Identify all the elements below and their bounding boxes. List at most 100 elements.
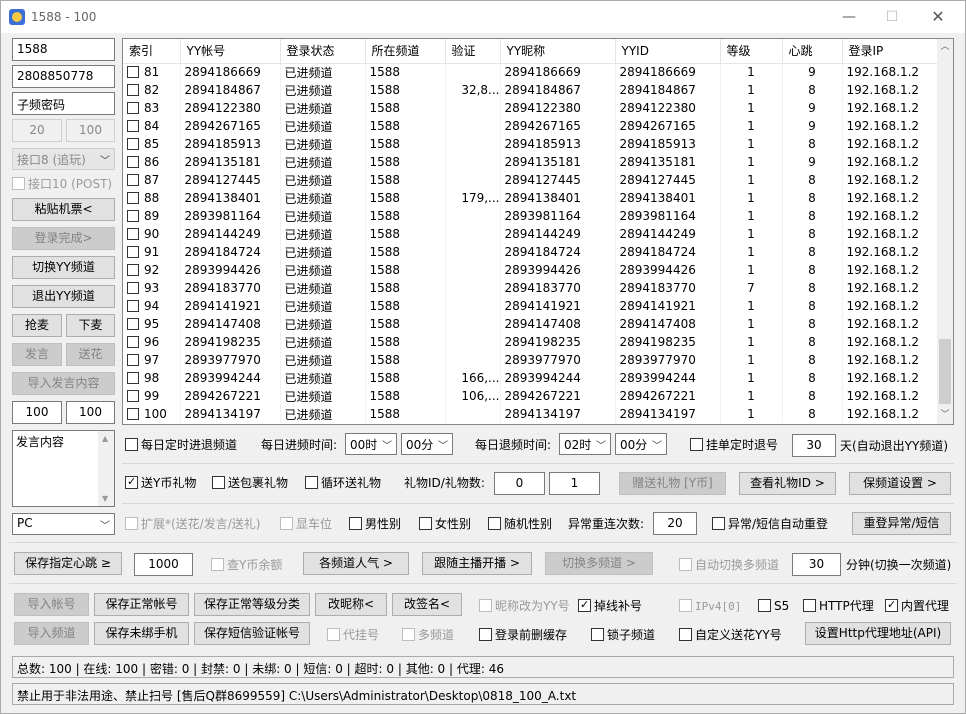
enter-hour-select[interactable]: 00时 ﹀ [345,433,397,455]
lock-channel-checkbox[interactable]: 锁子频道 [591,628,655,642]
table-row[interactable]: 96 2894198235 已进频道 1588 2894198235 2894198235… [123,333,939,351]
scroll-up-icon[interactable]: ︿ [937,39,953,56]
column-header[interactable]: 所在频道 [365,39,446,64]
scroll-thumb[interactable] [939,339,951,404]
table-row[interactable]: 89 2893981164 已进频道 1588 2893981164 2893981164… [123,207,939,225]
table-row[interactable]: 90 2894144249 已进频道 1588 2894144249 2894144249… [123,225,939,243]
table-row[interactable]: 95 2894147408 已进频道 1588 2894147408 2894147408… [123,315,939,333]
s5-checkbox[interactable]: S5 [758,599,789,613]
save-normal-button[interactable]: 保存正常帐号 [94,593,189,616]
rename-button[interactable]: 改昵称< [315,593,387,616]
table-row[interactable]: 97 2893977970 已进频道 1588 2893977970 2893977970… [123,351,939,369]
sub-channel-input[interactable]: 2808850778 [12,65,115,88]
table-row[interactable]: 92 2893994426 已进频道 1588 2893994426 2893994426… [123,261,939,279]
follow-anchor-button[interactable]: 跟随主播开播 > [422,552,532,575]
table-scrollbar[interactable]: ︿ ﹀ [937,39,953,424]
enter-min-select[interactable]: 00分 ﹀ [401,433,453,455]
column-header[interactable]: YYID [615,39,721,64]
hang-days-input[interactable]: 30 [792,434,836,457]
loop-send-checkbox[interactable]: 循环送礼物 [305,476,381,490]
daily-enter-checkbox[interactable]: 每日定时进退频道 [125,438,237,452]
table-row[interactable]: 85 2894185913 已进频道 1588 2894185913 2894185913… [123,135,939,153]
speech-content-textarea[interactable]: 发言内容 ▲ ▼ [12,430,115,507]
row-checkbox[interactable] [127,354,139,366]
row-checkbox[interactable] [127,228,139,240]
send-pack-checkbox[interactable]: 送包裹礼物 [212,476,288,490]
row-checkbox[interactable] [127,336,139,348]
column-header[interactable]: YY帐号 [180,39,281,64]
row-checkbox[interactable] [127,390,139,402]
female-checkbox[interactable]: 女性别 [419,517,471,531]
builtin-proxy-checkbox[interactable]: 内置代理 [885,598,949,613]
table-row[interactable]: 84 2894267165 已进频道 1588 2894267165 2894267165… [123,117,939,135]
random-gender-checkbox[interactable]: 随机性别 [488,517,552,531]
auto-relogin-checkbox[interactable]: 异常/短信自动重登 [712,517,828,531]
relogin-count-input[interactable]: 20 [653,512,697,535]
row-checkbox[interactable] [127,102,139,114]
table-row[interactable]: 93 2894183770 已进频道 1588 2894183770 2894183770… [123,279,939,297]
switch-minutes-input[interactable]: 30 [792,553,841,576]
row-checkbox[interactable] [127,282,139,294]
row-checkbox[interactable] [127,318,139,330]
table-row[interactable]: 81 2894186669 已进频道 1588 2894186669 2894186669… [123,63,939,81]
reconnect-checkbox[interactable]: 掉线补号 [578,598,642,613]
column-header[interactable]: 索引 [123,39,181,64]
row-checkbox[interactable] [127,120,139,132]
speak-to-input[interactable]: 100 [66,401,115,424]
save-unbound-button[interactable]: 保存未绑手机 [94,622,189,645]
save-level-button[interactable]: 保存正常等级分类 [194,593,310,616]
platform-select[interactable]: PC ﹀ [12,513,115,535]
hang-exit-checkbox[interactable]: 挂单定时退号 [690,438,778,452]
column-header[interactable]: 心跳 [782,39,843,64]
row-checkbox[interactable] [127,84,139,96]
view-gift-button[interactable]: 查看礼物ID > [739,472,836,495]
paste-ticket-button[interactable]: 粘贴机票< [12,198,115,221]
column-header[interactable]: 验证 [445,39,501,64]
table-row[interactable]: 88 2894138401 已进频道 1588 179,... 2894138401 289… [123,189,939,207]
row-checkbox[interactable] [127,174,139,186]
gift-id-input[interactable]: 0 [494,472,545,495]
popularity-button[interactable]: 各频道人气 > [303,552,409,575]
relogin-button[interactable]: 重登异常/短信 [852,512,951,535]
keep-channel-button[interactable]: 保频道设置 > [849,472,951,495]
exit-hour-select[interactable]: 02时 ﹀ [559,433,611,455]
grab-mic-button[interactable]: 抢麦 [12,314,62,337]
custom-flower-checkbox[interactable]: 自定义送花YY号 [679,628,782,642]
male-checkbox[interactable]: 男性别 [349,517,401,531]
set-http-button[interactable]: 设置Http代理地址(API) [805,622,951,645]
row-checkbox[interactable] [127,372,139,384]
textarea-scrollbar[interactable]: ▲ ▼ [98,431,114,506]
table-row[interactable]: 91 2894184724 已进频道 1588 2894184724 2894184724… [123,243,939,261]
table-row[interactable]: 83 2894122380 已进频道 1588 2894122380 2894122380… [123,99,939,117]
table-row[interactable]: 100 2894134197 已进频道 1588 2894134197 289413419… [123,405,939,423]
row-checkbox[interactable] [127,66,139,79]
table-row[interactable]: 86 2894135181 已进频道 1588 2894135181 2894135181… [123,153,939,171]
sub-password-input[interactable]: 子频密码 [12,92,115,115]
row-checkbox[interactable] [127,408,139,420]
clear-cache-checkbox[interactable]: 登录前删缓存 [479,628,567,642]
switch-yy-button[interactable]: 切换YY频道 [12,256,115,279]
row-checkbox[interactable] [127,264,139,276]
close-icon[interactable]: ✕ [923,7,953,27]
table-row[interactable]: 98 2893994244 已进频道 1588 166,... 2893994244 289… [123,369,939,387]
release-mic-button[interactable]: 下麦 [66,314,115,337]
table-row[interactable]: 94 2894141921 已进频道 1588 2894141921 2894141921… [123,297,939,315]
row-checkbox[interactable] [127,138,139,150]
column-header[interactable]: 登录IP [842,39,939,64]
save-heart-button[interactable]: 保存指定心跳 ≥ [14,552,122,575]
column-header[interactable]: 等级 [720,39,783,64]
table-row[interactable]: 99 2894267221 已进频道 1588 106,... 2894267221 289… [123,387,939,405]
send-ycoin-checkbox[interactable]: 送Y币礼物 [125,475,196,490]
column-header[interactable]: 登录状态 [280,39,366,64]
resign-button[interactable]: 改签名< [392,593,462,616]
row-checkbox[interactable] [127,300,139,312]
row-checkbox[interactable] [127,210,139,222]
table-row[interactable]: 82 2894184867 已进频道 1588 32,8... 2894184867 289… [123,81,939,99]
minimize-icon[interactable]: — [834,7,864,27]
column-header[interactable]: YY昵称 [500,39,616,64]
row-checkbox[interactable] [127,246,139,258]
exit-yy-button[interactable]: 退出YY频道 [12,285,115,308]
save-sms-button[interactable]: 保存短信验证帐号 [194,622,310,645]
gift-count-input[interactable]: 1 [549,472,600,495]
account-table[interactable]: 索引 YY帐号 登录状态 所在频道 验证 YY昵称 YYID 等级 心跳 登录IP 81 28941… [122,38,954,425]
